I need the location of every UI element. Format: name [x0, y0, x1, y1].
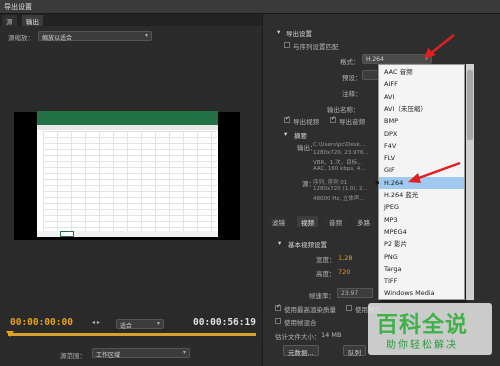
- section-export-settings: 导出设置: [286, 30, 312, 38]
- annotation-arrow-icon: [424, 34, 455, 59]
- timecode-duration: 00:00:56:19: [193, 317, 256, 328]
- format-option[interactable]: BMP: [379, 115, 464, 127]
- output-line: 1280x720, 23.976...: [313, 150, 369, 156]
- height-value[interactable]: 720: [338, 268, 350, 276]
- export-video-label: 导出视频: [293, 118, 319, 126]
- dropdown-scrollbar-thumb[interactable]: [467, 70, 473, 140]
- frame-blend-checkbox[interactable]: [275, 318, 281, 324]
- file-size-value: 14 MB: [321, 331, 342, 339]
- work-area-bar[interactable]: [8, 333, 256, 336]
- format-option[interactable]: AAC 音频: [379, 66, 464, 78]
- output-line: VBR，1 次，目标...: [313, 160, 363, 166]
- preview-tabs: 源 输出: [0, 14, 262, 26]
- max-render-quality-label: 使用最高渲染质量: [284, 306, 336, 314]
- watermark-subtitle: 助你轻松解决: [386, 340, 458, 351]
- tab-video[interactable]: 视频: [297, 216, 318, 227]
- spreadsheet-grid: [43, 131, 217, 231]
- max-render-quality-checkbox[interactable]: [275, 303, 281, 311]
- tab-multiplexer[interactable]: 多路: [353, 216, 374, 227]
- export-video-checkbox[interactable]: [284, 115, 290, 123]
- basic-video-settings-title: 基本视频设置: [288, 241, 327, 249]
- chevron-down-icon: ▾: [144, 32, 148, 39]
- spreadsheet-formula-bar: [37, 125, 218, 130]
- format-option[interactable]: H.264 蓝光: [379, 189, 464, 201]
- format-option[interactable]: AIFF: [379, 78, 464, 90]
- tab-output[interactable]: 输出: [22, 15, 43, 26]
- source-line: 48000 Hz, 立体声...: [313, 196, 365, 202]
- timecode-current[interactable]: 00:00:00:00: [10, 317, 73, 328]
- format-option[interactable]: AVI（未压缩）: [379, 103, 464, 115]
- frame-rate-dropdown[interactable]: 23.97: [337, 288, 373, 298]
- match-sequence-checkbox[interactable]: [284, 42, 290, 48]
- format-option[interactable]: MP3: [379, 214, 464, 226]
- format-option[interactable]: F4V: [379, 140, 464, 152]
- summary-title: 摘要: [294, 132, 307, 140]
- source-range-value: 工作区域: [96, 352, 121, 359]
- spreadsheet-ribbon: [37, 111, 218, 125]
- format-option[interactable]: PNG: [379, 251, 464, 263]
- source-range-label: 源范围：: [60, 352, 86, 360]
- use-preview-checkbox[interactable]: [346, 305, 352, 311]
- output-name-label: 输出名称：: [327, 106, 360, 114]
- match-sequence-label: 与序列设置匹配: [293, 43, 339, 51]
- format-label: 格式：: [340, 58, 360, 66]
- tab-source[interactable]: 源: [2, 15, 17, 26]
- collapse-arrow-icon[interactable]: ▾: [277, 28, 280, 36]
- collapse-arrow-icon[interactable]: ▾: [278, 239, 281, 247]
- comment-label: 注释：: [342, 90, 362, 98]
- width-value[interactable]: 1,28: [338, 254, 352, 262]
- zoom-fit-dropdown[interactable]: 适合 ▾: [116, 319, 164, 330]
- format-option[interactable]: TIFF: [379, 275, 464, 287]
- mark-in-out-icon[interactable]: ◂ ▸: [92, 319, 100, 326]
- preset-label: 预设：: [342, 74, 362, 82]
- tab-audio[interactable]: 音频: [325, 216, 346, 227]
- format-option[interactable]: MPEG4: [379, 226, 464, 238]
- height-label: 高度：: [316, 270, 336, 278]
- spreadsheet-active-sheet: [60, 231, 74, 237]
- frame-blend-label: 使用帧混合: [284, 319, 317, 327]
- annotation-arrow-icon: [408, 161, 461, 183]
- format-value: H.264: [366, 56, 384, 63]
- window-title: 导出设置: [4, 3, 32, 11]
- frame-rate-label: 帧速率：: [309, 292, 335, 300]
- format-option[interactable]: DPX: [379, 128, 464, 140]
- export-audio-checkbox[interactable]: [330, 115, 336, 123]
- queue-button[interactable]: 队列: [343, 345, 366, 357]
- metadata-button[interactable]: 元数据...: [283, 345, 319, 357]
- format-option[interactable]: Windows Media: [379, 287, 464, 299]
- file-size-label: 估计文件大小：: [275, 333, 321, 341]
- chevron-down-icon: ▾: [156, 320, 160, 327]
- format-option[interactable]: P2 影片: [379, 238, 464, 250]
- title-bar: 导出设置: [0, 0, 500, 14]
- frame-rate-value: 23.97: [341, 290, 359, 297]
- source-line: 序列, 序列 01: [313, 180, 348, 186]
- source-range-dropdown[interactable]: 工作区域 ▾: [92, 348, 190, 359]
- source-scale-dropdown[interactable]: 缩放以适合 ▾: [38, 31, 152, 42]
- playhead-icon[interactable]: [6, 331, 14, 337]
- export-audio-label: 导出音频: [339, 118, 365, 126]
- collapse-arrow-icon[interactable]: ▾: [284, 130, 287, 138]
- source-scale-row: 源缩放： 缩放以适合 ▾: [0, 28, 262, 44]
- format-option[interactable]: AVI: [379, 91, 464, 103]
- output-line: AAC, 160 kbps, 4...: [313, 166, 366, 172]
- chevron-down-icon: ▾: [182, 349, 186, 356]
- source-scale-value: 缩放以适合: [42, 35, 73, 42]
- zoom-fit-value: 适合: [120, 323, 133, 330]
- output-line: C:\Users\pc\Desk...: [313, 142, 366, 148]
- format-option[interactable]: Targa: [379, 263, 464, 275]
- width-label: 宽度：: [316, 256, 336, 264]
- source-scale-label: 源缩放：: [8, 34, 34, 42]
- source-line: 1280x720 (1.0), 2...: [313, 186, 368, 192]
- format-option[interactable]: JPEG: [379, 201, 464, 213]
- tab-filters[interactable]: 滤镜: [268, 216, 289, 227]
- watermark-title: 百科全说: [376, 313, 469, 338]
